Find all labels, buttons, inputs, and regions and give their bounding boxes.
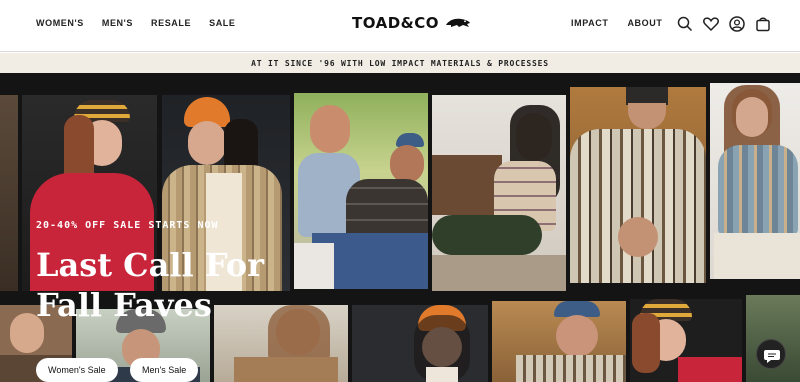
- promo-text: 20-40% OFF SALE STARTS NOW: [36, 220, 219, 231]
- chat-button[interactable]: [756, 339, 786, 369]
- nav-mens[interactable]: MEN'S: [102, 18, 133, 28]
- logo-text: TOAD&CO: [352, 14, 439, 32]
- hero-photo: [710, 83, 800, 279]
- heart-icon[interactable]: [702, 15, 720, 33]
- chat-icon: [764, 350, 780, 363]
- hero-photo: [352, 305, 488, 382]
- nav-womens[interactable]: WOMEN'S: [36, 18, 84, 28]
- account-icon[interactable]: [728, 15, 746, 33]
- hero-photo: [630, 299, 742, 382]
- nav-about[interactable]: ABOUT: [627, 18, 662, 28]
- nav-sale[interactable]: SALE: [209, 18, 235, 28]
- womens-sale-button[interactable]: Women's Sale: [36, 358, 118, 382]
- announcement-text: AT IT SINCE '96 WITH LOW IMPACT MATERIAL…: [251, 59, 549, 68]
- header-icons: [676, 15, 772, 33]
- toad-logo-icon: [445, 18, 470, 27]
- nav-impact[interactable]: IMPACT: [571, 18, 608, 28]
- cart-icon[interactable]: [754, 15, 772, 33]
- announcement-bar: AT IT SINCE '96 WITH LOW IMPACT MATERIAL…: [0, 53, 800, 73]
- brand-logo[interactable]: TOAD&CO: [352, 14, 471, 32]
- secondary-nav: IMPACT ABOUT: [571, 18, 662, 28]
- hero-headline: Last Call For Fall Faves: [36, 246, 264, 324]
- hero-photo: [570, 87, 706, 283]
- hero-photo: [432, 95, 566, 291]
- nav-resale[interactable]: RESALE: [151, 18, 191, 28]
- hero-photo: [0, 95, 18, 291]
- hero-banner[interactable]: 20-40% OFF SALE STARTS NOW Last Call For…: [0, 73, 800, 382]
- mens-sale-button[interactable]: Men's Sale: [130, 358, 199, 382]
- search-icon[interactable]: [676, 15, 694, 33]
- primary-nav: WOMEN'S MEN'S RESALE SALE: [36, 18, 236, 28]
- hero-photo: [492, 301, 626, 382]
- site-header: WOMEN'S MEN'S RESALE SALE TOAD&CO IMPACT…: [0, 0, 800, 52]
